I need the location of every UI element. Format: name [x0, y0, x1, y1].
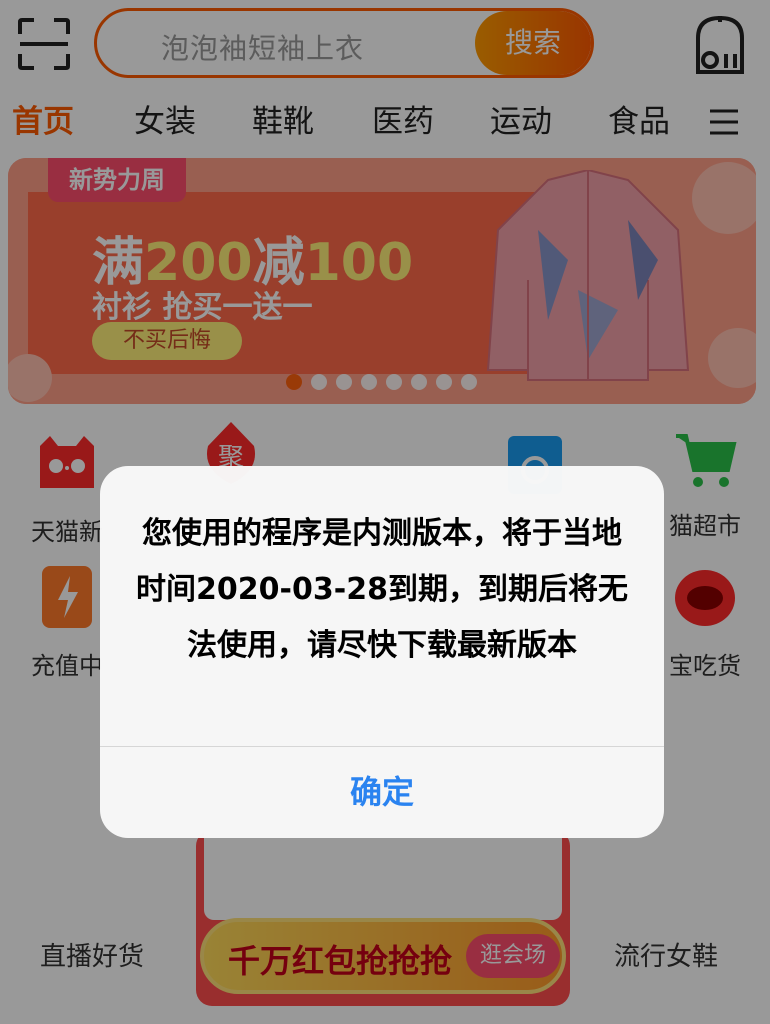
- alert-message: 您使用的程序是内测版本，将于当地时间2020-03-28到期，到期后将无法使用，…: [136, 516, 628, 663]
- alert-dialog: 您使用的程序是内测版本，将于当地时间2020-03-28到期，到期后将无法使用，…: [100, 466, 664, 838]
- home-screen: 泡泡袖短袖上衣 搜索 首页 女装 鞋靴 医药 运动 食品 新势力周 满200减1…: [0, 0, 770, 1024]
- confirm-button[interactable]: 确定: [100, 747, 664, 838]
